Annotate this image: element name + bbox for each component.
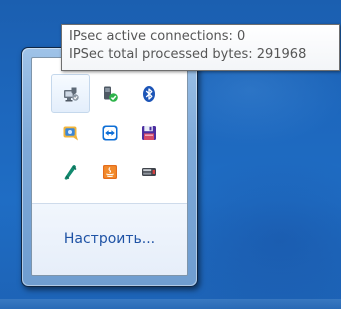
tooltip-line-connections: IPsec active connections: 0 [69,29,246,44]
usb-device-icon[interactable] [129,152,168,191]
device-ready-check-icon[interactable] [90,74,129,113]
taskbar-edge [0,299,341,309]
tray-icons-panel: Настроить... [31,57,188,276]
messenger-icon[interactable] [51,113,90,152]
save-floppy-icon[interactable] [129,113,168,152]
teamviewer-icon[interactable] [90,113,129,152]
customize-link[interactable]: Настроить... [32,231,187,247]
tray-icon-grid [32,58,187,207]
network-security-icon[interactable] [51,74,90,113]
phone-icon[interactable] [51,152,90,191]
ipsec-tooltip: IPsec active connections: 0 IPSec total … [61,24,340,71]
java-icon[interactable] [90,152,129,191]
bluetooth-icon[interactable] [129,74,168,113]
customize-area: Настроить... [32,203,187,275]
notification-area-overflow-window: Настроить... [21,47,198,287]
tooltip-line-processed-bytes: IPSec total processed bytes: 291968 [69,47,307,62]
